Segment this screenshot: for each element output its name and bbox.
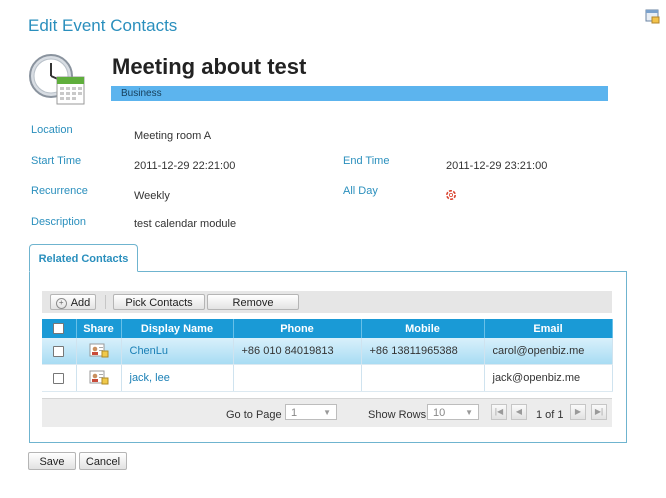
remove-button[interactable]: Remove xyxy=(207,294,299,310)
category-bar: Business xyxy=(111,86,608,101)
contact-card-icon xyxy=(89,342,109,361)
window-icon[interactable] xyxy=(645,9,660,24)
chevron-down-icon: ▼ xyxy=(465,408,473,417)
recurrence-value: Weekly xyxy=(134,190,170,202)
description-label: Description xyxy=(31,216,87,228)
pick-contacts-button[interactable]: Pick Contacts xyxy=(113,294,205,310)
go-to-page-label: Go to Page xyxy=(226,409,282,421)
table-header-row: Share Display Name Phone Mobile Email xyxy=(42,319,613,338)
mobile-cell: +86 13811965388 xyxy=(361,338,485,365)
display-name-cell[interactable]: ChenLu xyxy=(121,338,234,365)
toolbar-divider xyxy=(105,295,106,309)
page-count: 1 of 1 xyxy=(536,409,564,421)
contacts-table: Share Display Name Phone Mobile Email Ch… xyxy=(42,319,613,392)
share-cell xyxy=(76,364,122,392)
column-header-share[interactable]: Share xyxy=(76,319,122,338)
add-button[interactable]: + Add xyxy=(50,294,96,310)
rows-select-value: 10 xyxy=(433,407,446,419)
all-day-lifebuoy-icon xyxy=(446,187,456,200)
column-header-email[interactable]: Email xyxy=(484,319,613,338)
chevron-down-icon: ▼ xyxy=(323,408,331,417)
row-select-cell xyxy=(42,364,77,392)
page-select-value: 1 xyxy=(291,407,298,419)
previous-page-button[interactable]: ◀ xyxy=(511,404,527,420)
end-time-value: 2011-12-29 23:21:00 xyxy=(446,160,548,172)
email-cell: carol@openbiz.me xyxy=(484,338,613,365)
column-header-mobile[interactable]: Mobile xyxy=(361,319,485,338)
column-header-display-name[interactable]: Display Name xyxy=(121,319,234,338)
pager-bar: Go to Page 1 ▼ Show Rows 10 ▼ |◀ ◀ 1 of … xyxy=(42,398,612,427)
mobile-cell xyxy=(361,364,485,392)
row-select-cell xyxy=(42,338,77,365)
cancel-button[interactable]: Cancel xyxy=(79,452,127,470)
next-page-icon: ▶ xyxy=(574,407,582,416)
last-page-icon: ▶| xyxy=(594,407,604,416)
location-label: Location xyxy=(31,124,73,136)
select-all-cell xyxy=(42,319,77,338)
location-value: Meeting room A xyxy=(134,130,212,142)
add-button-label: Add xyxy=(70,297,91,309)
start-time-value: 2011-12-29 22:21:00 xyxy=(134,160,236,172)
last-page-button[interactable]: ▶| xyxy=(591,404,607,420)
display-name-cell[interactable]: jack, lee xyxy=(121,364,234,392)
calendar-clock-icon xyxy=(28,50,86,108)
recurrence-label: Recurrence xyxy=(31,185,88,197)
grid-toolbar: + Add Pick Contacts Remove xyxy=(42,291,612,313)
contact-card-icon xyxy=(89,369,109,388)
first-page-button[interactable]: |◀ xyxy=(491,404,507,420)
first-page-icon: |◀ xyxy=(494,407,504,416)
description-value: test calendar module xyxy=(134,218,237,230)
phone-cell xyxy=(233,364,362,392)
row-checkbox[interactable] xyxy=(53,372,65,384)
previous-page-icon: ◀ xyxy=(515,407,523,416)
table-row[interactable]: ChenLu +86 010 84019813 +86 13811965388 … xyxy=(42,338,613,365)
email-cell: jack@openbiz.me xyxy=(484,364,613,392)
page-select[interactable]: 1 ▼ xyxy=(285,404,337,420)
column-header-phone[interactable]: Phone xyxy=(233,319,362,338)
save-button[interactable]: Save xyxy=(28,452,76,470)
row-checkbox[interactable] xyxy=(53,345,65,357)
share-cell xyxy=(76,338,122,365)
all-day-label: All Day xyxy=(343,185,378,197)
next-page-button[interactable]: ▶ xyxy=(570,404,586,420)
start-time-label: Start Time xyxy=(31,155,82,167)
event-title: Meeting about test xyxy=(112,54,307,79)
rows-select[interactable]: 10 ▼ xyxy=(427,404,479,420)
table-row[interactable]: jack, lee jack@openbiz.me xyxy=(42,364,613,392)
plus-icon: + xyxy=(55,297,67,309)
end-time-label: End Time xyxy=(343,155,390,167)
tab-related-contacts[interactable]: Related Contacts xyxy=(29,244,138,272)
page-title: Edit Event Contacts xyxy=(28,16,178,35)
show-rows-label: Show Rows xyxy=(368,409,427,421)
phone-cell: +86 010 84019813 xyxy=(233,338,362,365)
select-all-checkbox[interactable] xyxy=(53,323,65,335)
